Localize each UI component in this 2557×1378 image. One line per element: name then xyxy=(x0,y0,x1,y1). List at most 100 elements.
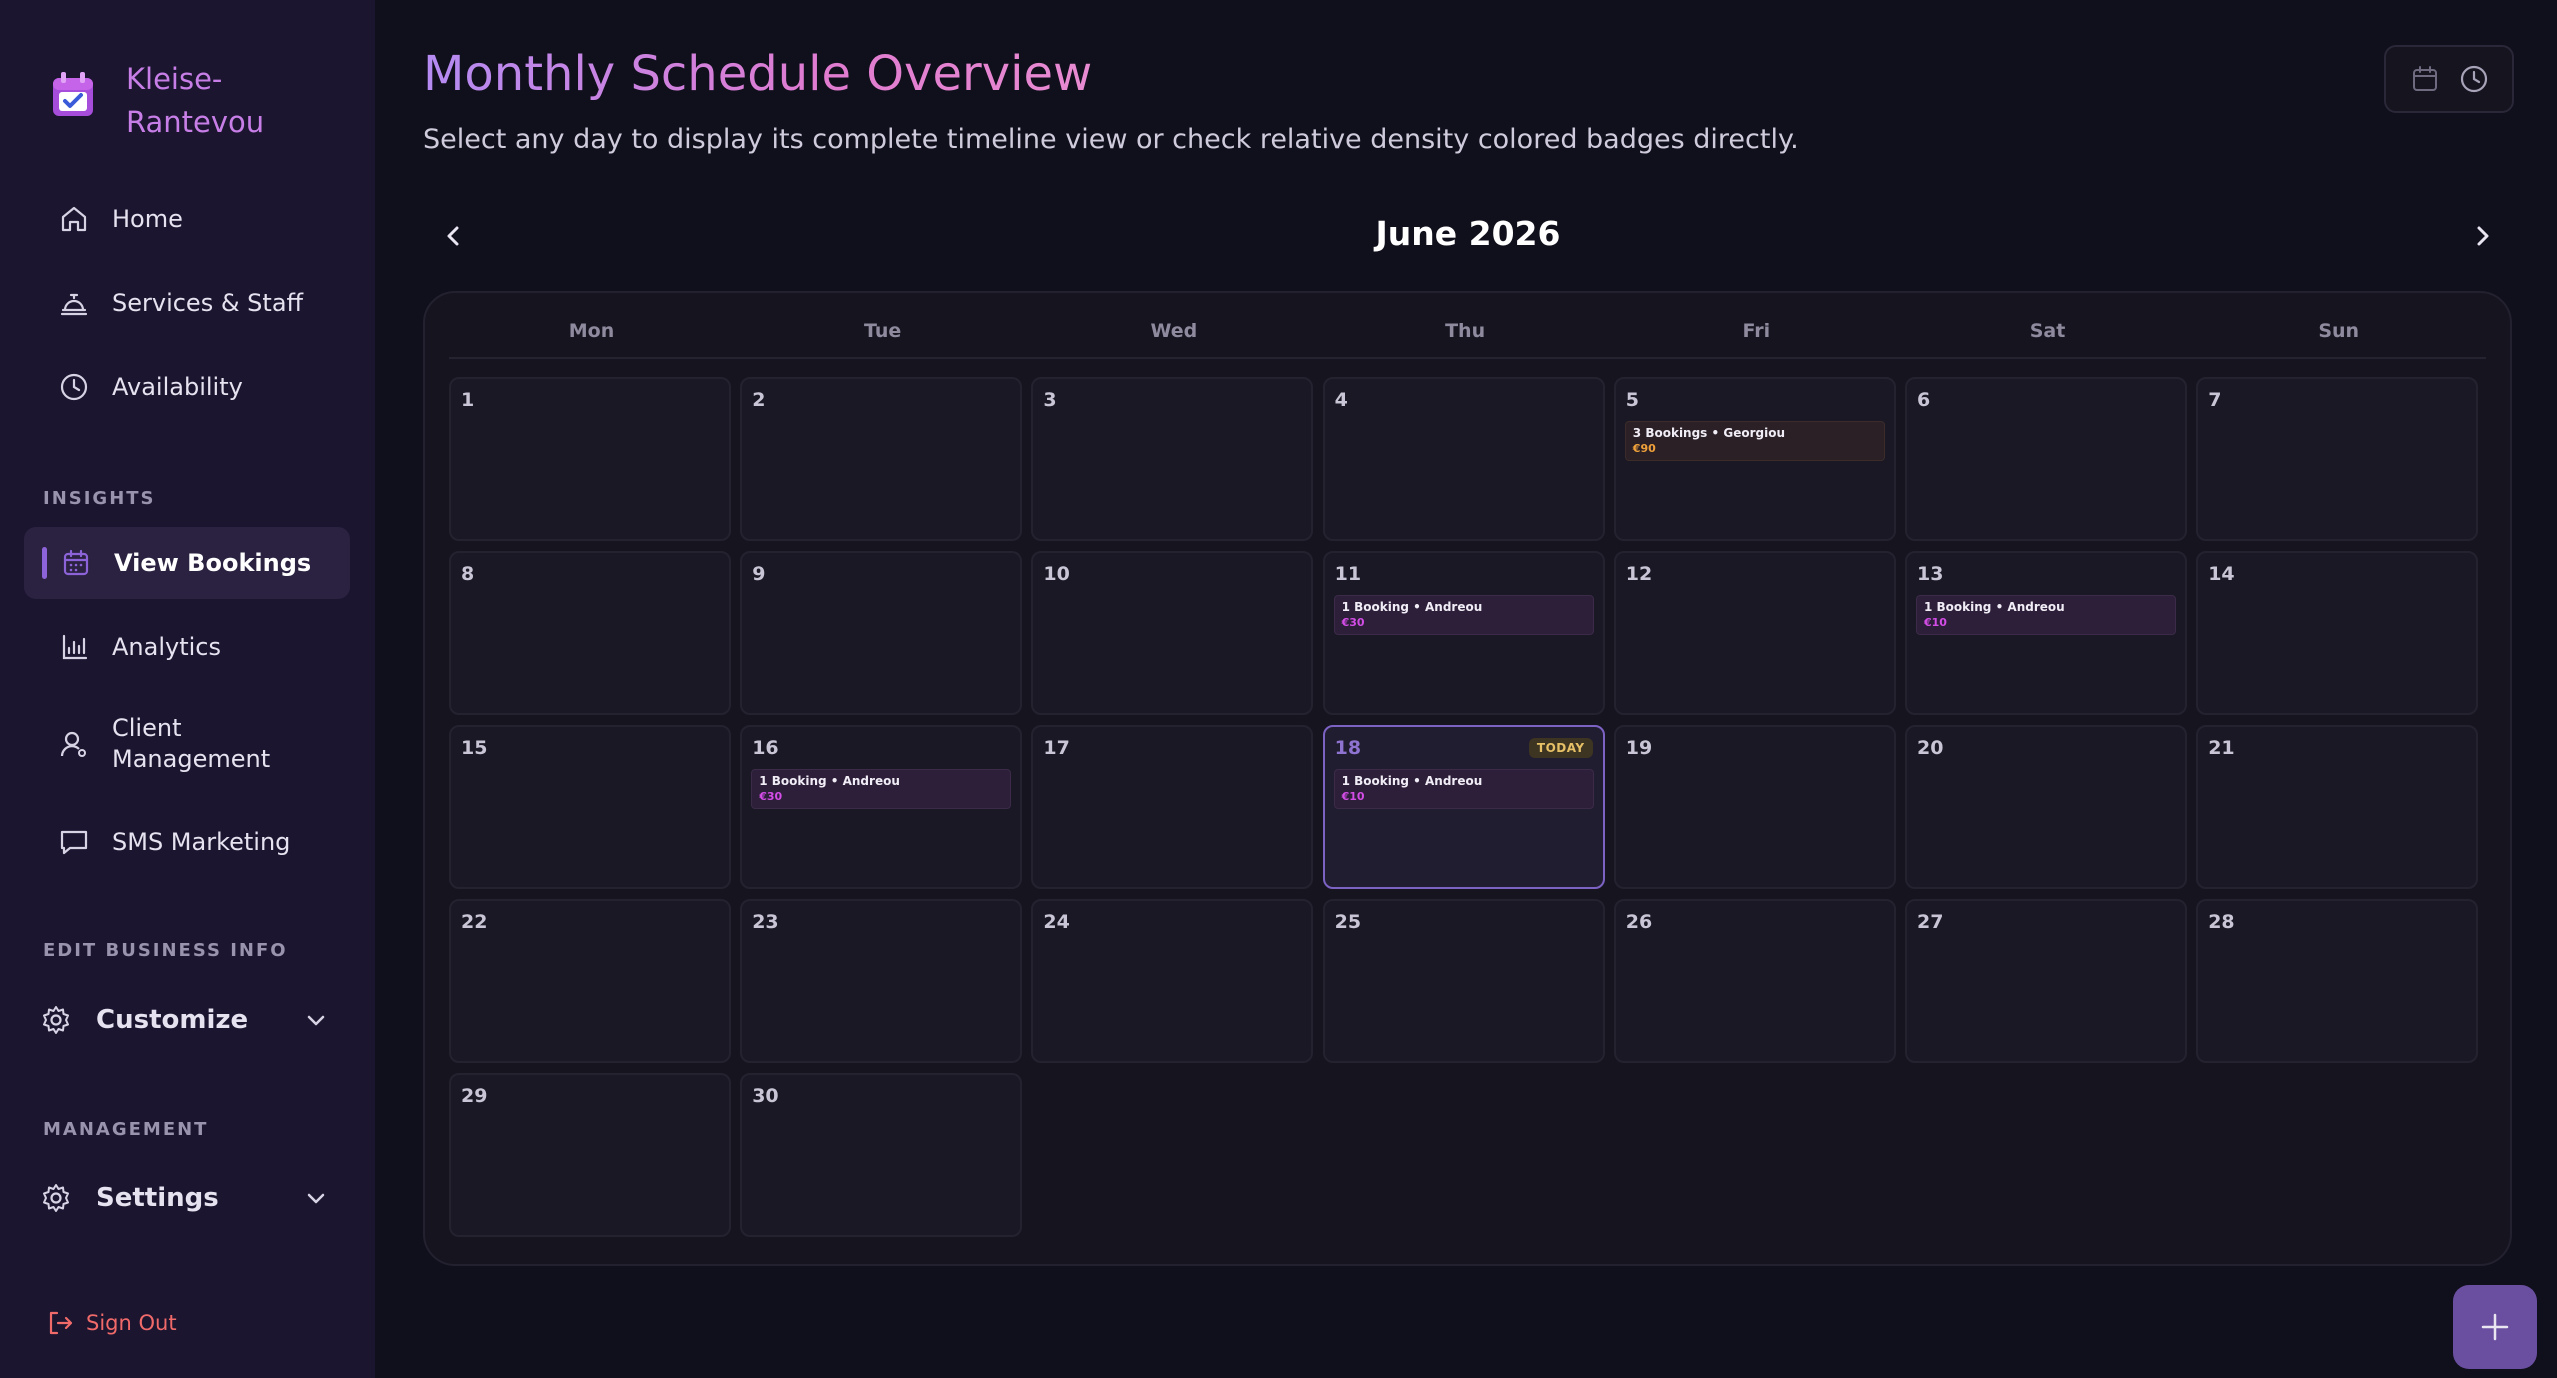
day-number: 24 xyxy=(1043,911,1070,933)
day-number: 3 xyxy=(1043,389,1057,411)
calendar-day[interactable]: 16 1 Booking • Andreou €30 xyxy=(740,725,1023,889)
calendar-day[interactable]: 24 xyxy=(1031,899,1314,1063)
calendar-day[interactable]: 25 xyxy=(1322,899,1605,1063)
section-label-edit-business: EDIT BUSINESS INFO xyxy=(43,940,288,961)
message-icon xyxy=(58,826,90,858)
calendar-view-button[interactable] xyxy=(2408,62,2442,96)
timeline-view-button[interactable] xyxy=(2457,62,2491,96)
sidebar-item-sms-marketing[interactable]: SMS Marketing xyxy=(24,806,350,878)
weekday-header: Sat xyxy=(2029,320,2066,342)
calendar-day[interactable]: 15 xyxy=(449,725,731,889)
customize-toggle[interactable]: Customize xyxy=(40,995,330,1045)
calendar-grid: Mon Tue Wed Thu Fri Sat Sun 1 2 3 4 5 3 Bookings • G… xyxy=(423,291,2512,1266)
day-number: 9 xyxy=(752,563,766,585)
day-number: 1 xyxy=(461,389,475,411)
calendar-day[interactable]: 4 xyxy=(1322,377,1605,541)
booking-summary: 1 Booking • Andreou xyxy=(759,774,900,788)
calendar-day[interactable]: 6 xyxy=(1905,377,2187,541)
calendar-day[interactable]: 13 1 Booking • Andreou €10 xyxy=(1905,551,2187,715)
calendar-day[interactable]: 27 xyxy=(1905,899,2187,1063)
calendar-check-icon xyxy=(50,70,96,120)
booking-price: €30 xyxy=(1341,616,1365,629)
user-icon xyxy=(58,728,90,760)
view-toggle xyxy=(2384,45,2514,113)
booking-badge[interactable]: 1 Booking • Andreou €30 xyxy=(1333,595,1594,635)
next-month-button[interactable] xyxy=(2464,218,2500,254)
calendar-day[interactable]: 17 xyxy=(1031,725,1314,889)
day-number: 5 xyxy=(1625,389,1640,411)
calendar-day[interactable]: 8 xyxy=(449,551,731,715)
sign-out-button[interactable]: Sign Out xyxy=(46,1309,177,1337)
gear-icon xyxy=(40,1004,72,1036)
calendar-day[interactable]: 1 xyxy=(449,377,731,541)
day-number: 22 xyxy=(461,911,488,933)
sidebar-item-analytics[interactable]: Analytics xyxy=(24,611,350,683)
day-number: 27 xyxy=(1917,911,1944,933)
sidebar-item-services-staff[interactable]: Services & Staff xyxy=(24,267,350,339)
day-number: 4 xyxy=(1334,389,1348,411)
day-number: 14 xyxy=(2208,563,2235,585)
previous-month-button[interactable] xyxy=(436,218,472,254)
booking-price: €10 xyxy=(1924,616,1947,629)
day-number: 23 xyxy=(752,911,779,933)
calendar-day[interactable]: 3 xyxy=(1031,377,1314,541)
calendar-day[interactable]: 14 xyxy=(2196,551,2479,715)
today-badge: TODAY xyxy=(1528,738,1593,758)
sign-out-label: Sign Out xyxy=(86,1311,177,1335)
calendar-day[interactable]: 30 xyxy=(740,1073,1023,1237)
home-icon xyxy=(58,203,90,235)
weekday-header: Tue xyxy=(864,320,902,342)
calendar-icon xyxy=(60,547,92,579)
sidebar-item-availability[interactable]: Availability xyxy=(24,351,350,423)
calendar-day[interactable]: 26 xyxy=(1613,899,1896,1063)
weekday-header: Wed xyxy=(1150,320,1198,342)
calendar-day[interactable]: 22 xyxy=(449,899,731,1063)
calendar-day[interactable]: 9 xyxy=(740,551,1023,715)
calendar-day[interactable]: 28 xyxy=(2196,899,2479,1063)
calendar-day[interactable]: 2 xyxy=(740,377,1023,541)
booking-badge[interactable]: 3 Bookings • Georgiou €90 xyxy=(1624,421,1885,461)
calendar-day[interactable]: 19 xyxy=(1613,725,1896,889)
sidebar-item-client-management[interactable]: Client Management xyxy=(24,708,350,780)
calendar-day[interactable]: 29 xyxy=(449,1073,731,1237)
settings-toggle[interactable]: Settings xyxy=(40,1173,330,1223)
booking-badge[interactable]: 1 Booking • Andreou €10 xyxy=(1916,595,2176,635)
sidebar-item-label: Services & Staff xyxy=(112,289,304,317)
sidebar-item-label: Home xyxy=(112,205,183,233)
sidebar-item-label: Analytics xyxy=(112,633,221,661)
booking-summary: 1 Booking • Andreou xyxy=(1341,774,1483,788)
section-label-insights: INSIGHTS xyxy=(43,488,156,509)
brand-name: Kleise-Rantevou xyxy=(126,62,265,139)
calendar-day-today[interactable]: 18 TODAY 1 Booking • Andreou €10 xyxy=(1322,725,1605,889)
section-label-management: MANAGEMENT xyxy=(43,1119,209,1140)
service-bell-icon xyxy=(58,287,90,319)
booking-badge[interactable]: 1 Booking • Andreou €10 xyxy=(1333,769,1594,809)
day-number: 20 xyxy=(1917,737,1944,759)
sidebar-item-view-bookings[interactable]: View Bookings xyxy=(24,527,350,599)
gear-icon xyxy=(40,1182,72,1214)
calendar-day[interactable]: 11 1 Booking • Andreou €30 xyxy=(1322,551,1605,715)
booking-price: €10 xyxy=(1341,790,1365,803)
sidebar-item-home[interactable]: Home xyxy=(24,183,350,255)
day-number: 8 xyxy=(461,563,475,585)
day-number: 11 xyxy=(1334,563,1362,585)
booking-badge[interactable]: 1 Booking • Andreou €30 xyxy=(751,769,1012,809)
calendar-day[interactable]: 23 xyxy=(740,899,1023,1063)
calendar-day[interactable]: 12 xyxy=(1613,551,1896,715)
brand[interactable]: Kleise-Rantevou xyxy=(50,58,306,144)
day-number: 17 xyxy=(1043,737,1070,759)
weekday-divider xyxy=(449,357,2486,359)
sidebar-item-label: View Bookings xyxy=(114,549,312,577)
calendar-day[interactable]: 20 xyxy=(1905,725,2187,889)
calendar-day[interactable]: 21 xyxy=(2196,725,2479,889)
day-number: 16 xyxy=(752,737,779,759)
weekday-header: Fri xyxy=(1742,320,1771,342)
day-number: 29 xyxy=(461,1085,488,1107)
calendar-day[interactable]: 10 xyxy=(1031,551,1314,715)
calendar-day[interactable]: 7 xyxy=(2196,377,2479,541)
day-number: 12 xyxy=(1625,563,1653,585)
calendar-day[interactable]: 5 3 Bookings • Georgiou €90 xyxy=(1613,377,1896,541)
day-number: 30 xyxy=(752,1085,779,1107)
add-booking-button[interactable] xyxy=(2453,1285,2537,1369)
settings-label: Settings xyxy=(96,1183,219,1213)
